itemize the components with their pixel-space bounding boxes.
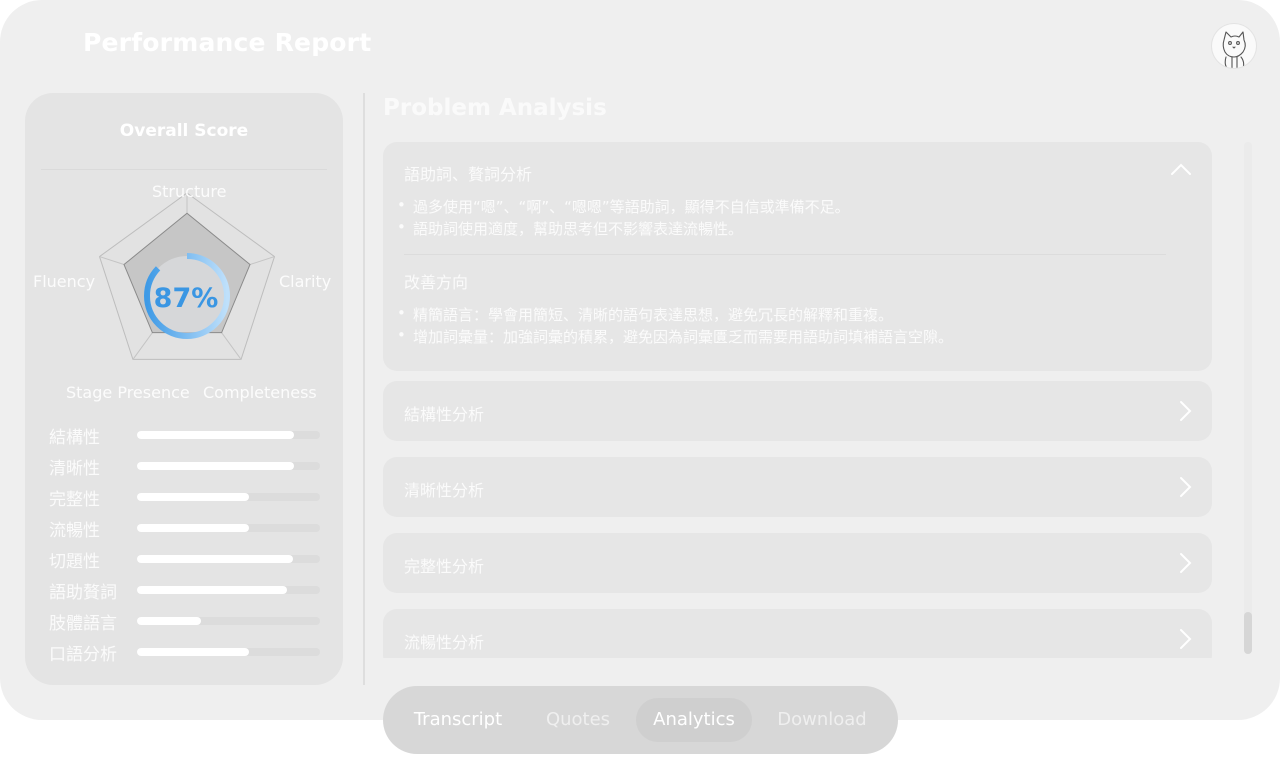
- page-title: Performance Report: [83, 28, 372, 57]
- card-title: 結構性分析: [404, 405, 485, 424]
- improve-bullet: 增加詞彙量：加強詞彙的積累，避免因為詞彙匱乏而需要用語助詞填補語言空隙。: [397, 326, 953, 347]
- metric-bar-fill: [137, 524, 249, 532]
- metric-label: 完整性: [49, 490, 100, 510]
- score-value: 87%: [154, 283, 219, 314]
- app-window: Performance Report Overall Score 87% Str…: [0, 0, 1280, 720]
- metric-bar-track: [137, 586, 320, 594]
- metric-row: 口語分析: [49, 640, 329, 671]
- metric-row: 完整性: [49, 485, 329, 516]
- metric-row: 語助贅詞: [49, 578, 329, 609]
- chevron-right-icon: [1180, 401, 1192, 421]
- tab-transcript[interactable]: Transcript: [402, 698, 514, 742]
- divider: [404, 254, 1166, 255]
- radar-chart: 87%: [98, 192, 276, 360]
- metric-bar-fill: [137, 493, 249, 501]
- analysis-card-completeness[interactable]: 完整性分析: [383, 533, 1212, 593]
- analysis-card-fluency[interactable]: 流暢性分析: [383, 609, 1212, 658]
- tab-quotes[interactable]: Quotes: [528, 698, 628, 742]
- metric-bar-fill: [137, 431, 295, 439]
- cat-avatar-icon[interactable]: [1212, 24, 1256, 68]
- metric-bar-fill: [137, 617, 202, 625]
- metric-label: 口語分析: [49, 645, 117, 665]
- analysis-card-clarity[interactable]: 清晰性分析: [383, 457, 1212, 517]
- metric-bar-fill: [137, 462, 295, 470]
- metric-label: 語助贅詞: [49, 583, 117, 603]
- analysis-card-structure[interactable]: 結構性分析: [383, 381, 1212, 441]
- metric-bar-fill: [137, 648, 249, 656]
- metric-label: 清晰性: [49, 459, 100, 479]
- radar-label-fluency: Fluency: [33, 272, 96, 291]
- metric-row: 流暢性: [49, 516, 329, 547]
- radar-label-clarity: Clarity: [279, 272, 332, 291]
- metric-bar-track: [137, 431, 320, 439]
- card-title: 語助詞、贅詞分析: [404, 165, 533, 184]
- card-title: 流暢性分析: [404, 633, 485, 652]
- metric-bar-track: [137, 493, 320, 501]
- metric-bar-fill: [137, 586, 288, 594]
- card-title: 完整性分析: [404, 557, 485, 576]
- issue-bullet: 過多使用“嗯”、“啊”、“嗯嗯”等語助詞，顯得不自信或準備不足。: [397, 196, 850, 217]
- section-title: Problem Analysis: [383, 95, 607, 121]
- metric-row: 切題性: [49, 547, 329, 578]
- tab-analytics[interactable]: Analytics: [636, 698, 752, 742]
- metric-bar-track: [137, 524, 320, 532]
- scrollbar[interactable]: [1244, 142, 1252, 654]
- issue-bullet: 語助詞使用適度，幫助思考但不影響表達流暢性。: [397, 218, 743, 239]
- radar-label-stage-presence: Stage Presence: [66, 383, 190, 402]
- metric-bar-track: [137, 617, 320, 625]
- chevron-up-icon[interactable]: [1170, 162, 1192, 176]
- analysis-card-expanded: 語助詞、贅詞分析 過多使用“嗯”、“啊”、“嗯嗯”等語助詞，顯得不自信或準備不足…: [383, 142, 1212, 371]
- scrollbar-thumb[interactable]: [1244, 612, 1252, 654]
- metric-bar-track: [137, 648, 320, 656]
- metric-label: 結構性: [49, 428, 100, 448]
- metric-bar-track: [137, 462, 320, 470]
- metric-bar-fill: [137, 555, 293, 563]
- chevron-right-icon: [1180, 553, 1192, 573]
- tab-download[interactable]: Download: [766, 698, 878, 742]
- radar-label-completeness: Completeness: [203, 383, 317, 402]
- metric-bar-track: [137, 555, 320, 563]
- chevron-right-icon: [1180, 477, 1192, 497]
- card-title: 清晰性分析: [404, 481, 485, 500]
- improve-bullet: 精簡語言：學會用簡短、清晰的語句表達思想，避免冗長的解釋和重複。: [397, 304, 893, 325]
- chevron-right-icon: [1180, 629, 1192, 649]
- radar-label-structure: Structure: [152, 182, 227, 201]
- metric-row: 肢體語言: [49, 609, 329, 640]
- score-panel: Overall Score 87% Structure Clarity Comp…: [25, 93, 343, 685]
- metric-row: 清晰性: [49, 454, 329, 485]
- metric-row: 結構性: [49, 423, 329, 454]
- panel-divider: [363, 93, 365, 685]
- metric-label: 切題性: [49, 552, 100, 572]
- metric-label: 肢體語言: [49, 614, 117, 634]
- tab-bar: Transcript Quotes Analytics Download: [383, 686, 898, 754]
- metric-label: 流暢性: [49, 521, 100, 541]
- analysis-list: 語助詞、贅詞分析 過多使用“嗯”、“啊”、“嗯嗯”等語助詞，顯得不自信或準備不足…: [383, 142, 1212, 658]
- improve-title: 改善方向: [404, 273, 469, 292]
